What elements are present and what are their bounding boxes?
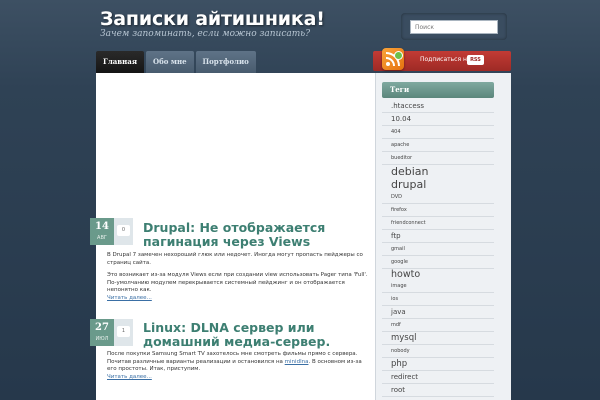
- tag-link[interactable]: 10.04: [382, 113, 494, 126]
- post-paragraph: После покупки Samsung Smart TV захотелос…: [107, 351, 371, 374]
- tag-link[interactable]: apache: [382, 139, 494, 152]
- plus-icon: [394, 51, 403, 60]
- post-title[interactable]: Drupal: Не отображается пагинация через …: [143, 221, 373, 249]
- site-tagline: Зачем запоминать, если можно записать?: [100, 29, 311, 39]
- tag-link[interactable]: friendconnect: [382, 217, 494, 230]
- nav-tab-about[interactable]: Обо мне: [146, 51, 194, 73]
- post-date-day: 27: [95, 322, 109, 333]
- nav-tab-home[interactable]: Главная: [96, 51, 144, 73]
- tag-link[interactable]: image: [382, 280, 494, 293]
- minidlna-link[interactable]: minidlna: [285, 359, 309, 365]
- tag-link[interactable]: 404: [382, 126, 494, 139]
- tag-link[interactable]: redirect: [382, 371, 494, 384]
- tag-link[interactable]: drupal: [382, 178, 494, 191]
- post-date-month: ИЮЛ: [95, 336, 109, 342]
- tag-link[interactable]: ftp: [382, 230, 494, 243]
- post-paragraph: В Drupal 7 замечен нехороший глюк или не…: [107, 252, 363, 266]
- main-nav: Главная Обо мне Портфолио: [96, 51, 258, 73]
- post-date-badge: 27 ИЮЛ: [90, 319, 114, 346]
- main-content: 14 АВГ 0 Drupal: Не отображается пагинац…: [90, 73, 375, 400]
- tag-link[interactable]: root: [382, 384, 494, 397]
- post-paragraph: Это возникает из-за модуля Views если пр…: [107, 272, 368, 293]
- post-excerpt: После покупки Samsung Smart TV захотелос…: [107, 351, 371, 381]
- post-title[interactable]: Linux: DLNA сервер или домашний медиа-се…: [143, 321, 373, 349]
- post-excerpt: В Drupal 7 замечен нехороший глюк или не…: [107, 252, 371, 302]
- tag-link[interactable]: php: [382, 358, 494, 371]
- tag-link[interactable]: java: [382, 306, 494, 319]
- tag-link[interactable]: ios: [382, 293, 494, 306]
- rss-badge[interactable]: RSS: [467, 55, 484, 65]
- comment-count-badge[interactable]: 1: [114, 319, 133, 346]
- tag-link[interactable]: bueditor: [382, 152, 494, 165]
- nav-tab-portfolio[interactable]: Портфолио: [195, 51, 256, 73]
- search-input[interactable]: [410, 20, 498, 34]
- read-more-link[interactable]: Читать далее...: [107, 374, 371, 382]
- tag-link[interactable]: debian: [382, 165, 494, 178]
- post-date-day: 14: [95, 221, 109, 232]
- tag-link[interactable]: DVD: [382, 191, 494, 204]
- tag-link[interactable]: firefox: [382, 204, 494, 217]
- comment-bubble-icon: 0: [117, 225, 130, 236]
- tags-widget-title: Теги: [390, 85, 410, 94]
- post-date-month: АВГ: [97, 235, 107, 241]
- tag-link[interactable]: mysql: [382, 332, 494, 345]
- tag-link[interactable]: google: [382, 256, 494, 269]
- site-title[interactable]: Записки айтишника!: [100, 8, 325, 30]
- comment-count-badge[interactable]: 0: [114, 218, 133, 245]
- search-box: [401, 13, 507, 40]
- tag-link[interactable]: mdf: [382, 319, 494, 332]
- tag-link[interactable]: howto: [382, 269, 494, 280]
- sidebar: Теги .htaccess 10.04 404 apache bueditor debi…: [375, 73, 511, 400]
- tag-link[interactable]: .htaccess: [382, 100, 494, 113]
- tags-widget-header: Теги: [382, 82, 494, 98]
- read-more-link[interactable]: Читать далее...: [107, 295, 371, 303]
- post-date-badge: 14 АВГ: [90, 218, 114, 245]
- tag-link[interactable]: gmail: [382, 243, 494, 256]
- comment-bubble-icon: 1: [117, 326, 130, 337]
- tag-cloud: .htaccess 10.04 404 apache bueditor debian dru…: [382, 100, 494, 400]
- rss-subscribe-label[interactable]: Подписаться на: [420, 56, 471, 63]
- tag-link[interactable]: nobody: [382, 345, 494, 358]
